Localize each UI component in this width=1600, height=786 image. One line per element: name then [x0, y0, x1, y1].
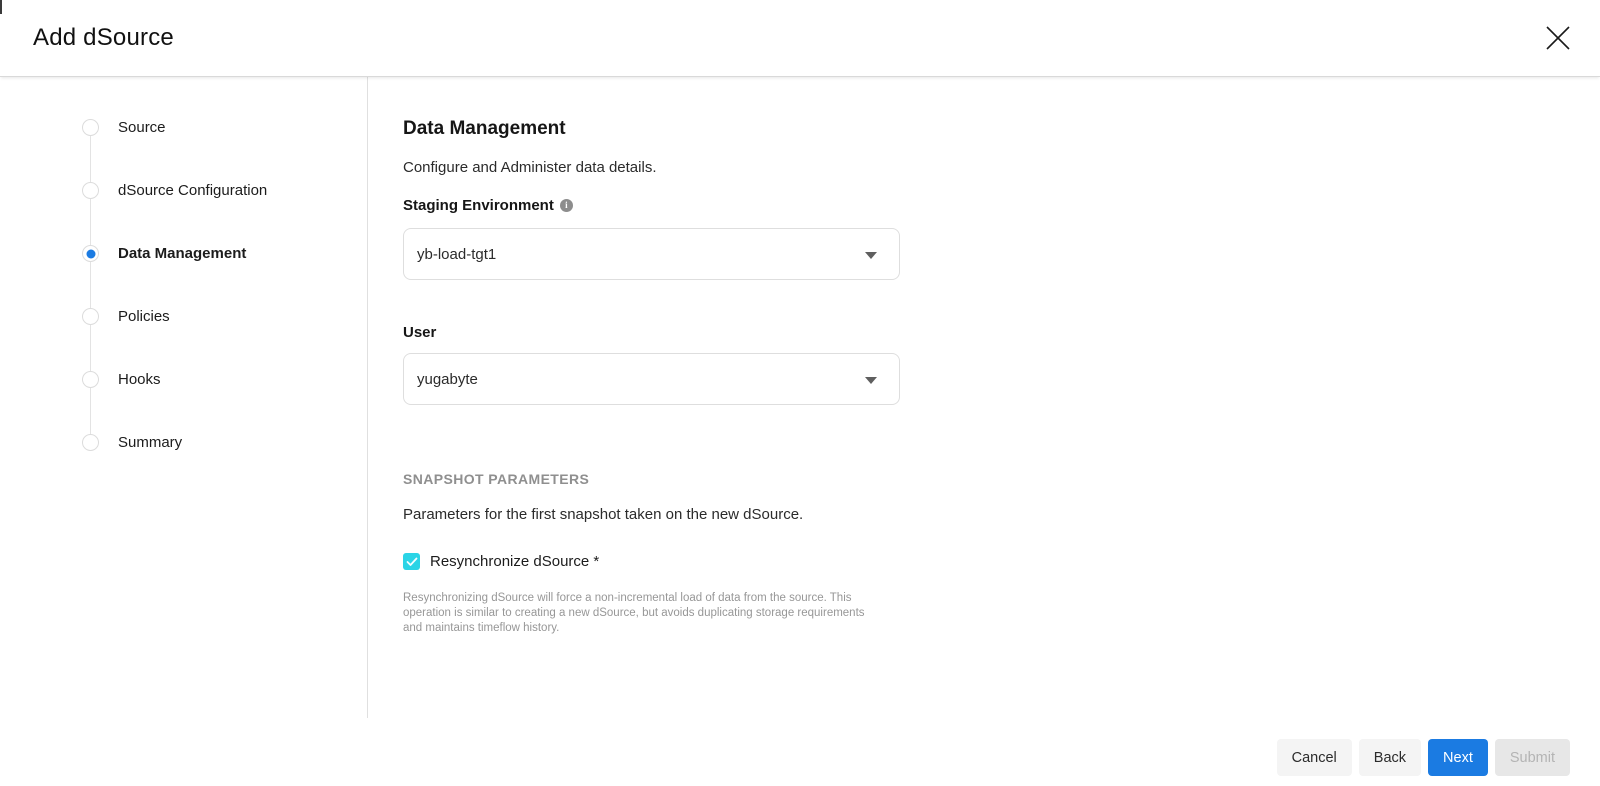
close-button[interactable]: [1538, 18, 1578, 58]
step-label: dSource Configuration: [118, 182, 267, 199]
step-summary[interactable]: Summary: [82, 434, 182, 451]
dropdown-caret-icon: [865, 252, 877, 259]
staging-environment-label: Staging Environment i: [403, 197, 573, 214]
dropdown-caret-icon: [865, 377, 877, 384]
page-title: Data Management: [403, 118, 566, 140]
page-description: Configure and Administer data details.: [403, 159, 656, 176]
staging-environment-select[interactable]: yb-load-tgt1: [403, 228, 900, 280]
wizard-stepper: Source dSource Configuration Data Manage…: [0, 77, 368, 718]
step-label: Hooks: [118, 371, 161, 388]
close-icon: [1545, 25, 1571, 51]
snapshot-parameters-title: SNAPSHOT PARAMETERS: [403, 471, 589, 487]
step-source[interactable]: Source: [82, 119, 166, 136]
staging-environment-value: yb-load-tgt1: [417, 246, 496, 263]
step-circle-icon: [82, 182, 99, 199]
user-select[interactable]: yugabyte: [403, 353, 900, 405]
step-circle-active-icon: [82, 245, 99, 262]
info-icon[interactable]: i: [560, 199, 573, 212]
step-label: Policies: [118, 308, 170, 325]
data-management-panel: Data Management Configure and Administer…: [403, 77, 1600, 786]
back-button[interactable]: Back: [1359, 739, 1421, 776]
step-data-management[interactable]: Data Management: [82, 245, 246, 262]
snapshot-parameters-description: Parameters for the first snapshot taken …: [403, 506, 803, 523]
staging-environment-label-text: Staging Environment: [403, 197, 554, 214]
step-label: Data Management: [118, 245, 246, 262]
step-label: Source: [118, 119, 166, 136]
resynchronize-help-text: Resynchronizing dSource will force a non…: [403, 591, 875, 637]
next-button[interactable]: Next: [1428, 739, 1488, 776]
step-circle-icon: [82, 308, 99, 325]
cancel-button[interactable]: Cancel: [1277, 739, 1352, 776]
user-value: yugabyte: [417, 371, 478, 388]
step-circle-icon: [82, 119, 99, 136]
stepper-connector-line: [90, 127, 91, 442]
footer-actions: Cancel Back Next Submit: [1277, 739, 1570, 776]
step-dsource-configuration[interactable]: dSource Configuration: [82, 182, 267, 199]
check-icon: [406, 557, 418, 567]
step-circle-icon: [82, 371, 99, 388]
step-hooks[interactable]: Hooks: [82, 371, 161, 388]
screen-edge-artifact: [0, 0, 2, 14]
step-label: Summary: [118, 434, 182, 451]
resynchronize-label[interactable]: Resynchronize dSource *: [430, 553, 599, 570]
user-label-text: User: [403, 324, 436, 341]
step-circle-icon: [82, 434, 99, 451]
modal-header: Add dSource: [0, 0, 1600, 77]
submit-button[interactable]: Submit: [1495, 739, 1570, 776]
resynchronize-row: Resynchronize dSource *: [403, 553, 599, 570]
modal-title: Add dSource: [33, 24, 174, 52]
step-policies[interactable]: Policies: [82, 308, 170, 325]
resynchronize-checkbox[interactable]: [403, 553, 420, 570]
user-label: User: [403, 324, 436, 341]
